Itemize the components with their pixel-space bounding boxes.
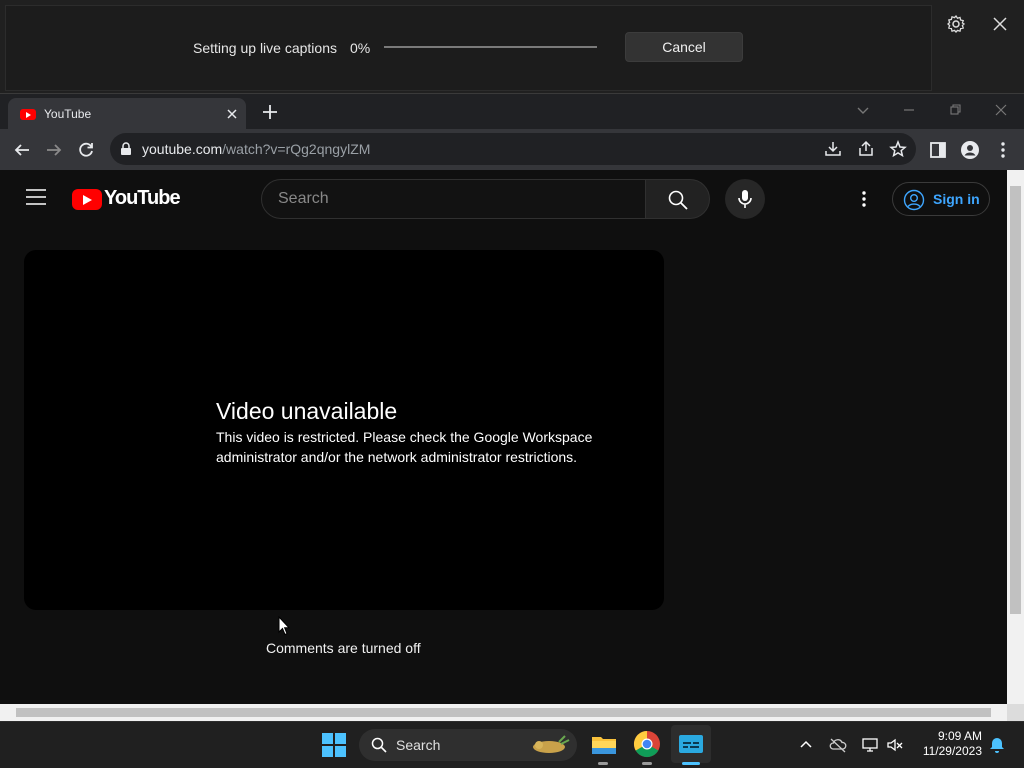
chrome-icon[interactable] xyxy=(632,729,662,759)
taskbar-search-label: Search xyxy=(396,737,441,753)
horizontal-scroll-thumb[interactable] xyxy=(16,708,991,717)
error-message: This video is restricted. Please check t… xyxy=(216,429,593,465)
search-icon xyxy=(371,737,387,753)
cancel-button[interactable]: Cancel xyxy=(625,32,743,62)
url-text[interactable]: youtube.com/watch?v=rQg2qngylZM xyxy=(142,141,370,157)
chrome-running-indicator xyxy=(642,762,652,765)
search-highlight-illustration-icon xyxy=(533,735,570,753)
clock[interactable]: 9:09 AM 11/29/2023 xyxy=(920,729,982,759)
video-player[interactable]: Video unavailable This video is restrict… xyxy=(24,250,664,610)
search-input[interactable] xyxy=(278,188,628,210)
browser-toolbar: youtube.com/watch?v=rQg2qngylZM xyxy=(0,129,1024,170)
back-arrow-icon[interactable] xyxy=(12,140,32,160)
sign-in-button[interactable]: Sign in xyxy=(892,182,990,216)
restore-icon[interactable] xyxy=(947,102,963,118)
live-captions-active-indicator xyxy=(682,762,700,765)
youtube-favicon-icon xyxy=(20,109,36,120)
tab-close-icon[interactable] xyxy=(224,106,240,122)
install-app-icon[interactable] xyxy=(824,140,842,158)
account-circle-icon xyxy=(903,189,925,211)
horizontal-scrollbar[interactable] xyxy=(0,704,1007,721)
microphone-icon xyxy=(738,190,752,208)
tab-youtube[interactable]: YouTube xyxy=(8,98,246,130)
vertical-scrollbar[interactable] xyxy=(1007,170,1024,704)
browser-tab-strip: YouTube xyxy=(0,93,1024,130)
minimize-icon[interactable] xyxy=(901,102,917,118)
more-options-icon[interactable] xyxy=(854,189,874,209)
url-domain: youtube.com xyxy=(142,141,223,157)
youtube-wordmark[interactable]: YouTube xyxy=(104,187,181,210)
taskbar-search-box[interactable]: Search xyxy=(359,729,577,761)
taskbar: Search 9:09 AM 11/29/2023 xyxy=(0,721,1024,768)
screen: Setting up live captions 0% Cancel YouTu… xyxy=(0,0,1024,768)
clock-time: 9:09 AM xyxy=(937,729,982,743)
voice-search-button[interactable] xyxy=(725,179,765,219)
hamburger-menu-icon[interactable] xyxy=(26,189,46,205)
error-title: Video unavailable xyxy=(216,398,398,424)
live-captions-app-icon[interactable] xyxy=(676,729,706,759)
close-icon[interactable] xyxy=(990,14,1010,34)
vertical-scroll-thumb[interactable] xyxy=(1010,186,1021,614)
chevron-up-icon[interactable] xyxy=(797,736,815,754)
side-panel-icon[interactable] xyxy=(928,140,948,160)
bookmark-star-icon[interactable] xyxy=(889,140,907,158)
youtube-search-box[interactable] xyxy=(261,179,646,219)
address-bar[interactable]: youtube.com/watch?v=rQg2qngylZM xyxy=(110,133,916,165)
profile-avatar-icon[interactable] xyxy=(960,140,980,160)
live-captions-status: Setting up live captions xyxy=(193,40,337,56)
reload-icon[interactable] xyxy=(76,140,96,160)
search-icon xyxy=(668,190,688,210)
tab-title: YouTube xyxy=(44,107,92,121)
window-close-icon[interactable] xyxy=(993,102,1009,118)
network-icon[interactable] xyxy=(861,736,879,754)
kebab-menu-icon[interactable] xyxy=(993,140,1013,160)
settings-gear-icon[interactable] xyxy=(946,14,966,34)
live-captions-progress-bar xyxy=(384,46,597,48)
youtube-logo-icon[interactable] xyxy=(72,189,102,210)
clock-date: 11/29/2023 xyxy=(922,744,982,758)
lock-icon[interactable] xyxy=(120,142,132,156)
share-icon[interactable] xyxy=(857,140,875,158)
live-captions-panel xyxy=(5,5,932,91)
url-path: /watch?v=rQg2qngylZM xyxy=(222,141,371,157)
forward-arrow-icon[interactable] xyxy=(44,140,64,160)
windows-start-icon[interactable] xyxy=(321,732,347,758)
youtube-page: YouTube Sign in Video unavailable This v… xyxy=(0,170,1007,704)
onedrive-offline-icon[interactable] xyxy=(829,736,847,754)
file-explorer-icon[interactable] xyxy=(589,729,619,759)
notification-bell-icon[interactable] xyxy=(988,736,1006,754)
tab-search-chevron-down-icon[interactable] xyxy=(855,102,871,118)
search-button[interactable] xyxy=(645,179,710,219)
volume-muted-icon[interactable] xyxy=(886,736,904,754)
mouse-pointer-icon xyxy=(278,616,290,636)
comments-status: Comments are turned off xyxy=(266,640,421,656)
sign-in-label: Sign in xyxy=(933,191,980,207)
live-captions-bar: Setting up live captions 0% Cancel xyxy=(0,0,1024,93)
live-captions-progress-text: 0% xyxy=(350,40,371,56)
file-explorer-running-indicator xyxy=(598,762,608,765)
new-tab-plus-icon[interactable] xyxy=(260,102,280,122)
scrollbar-corner xyxy=(1007,704,1024,721)
